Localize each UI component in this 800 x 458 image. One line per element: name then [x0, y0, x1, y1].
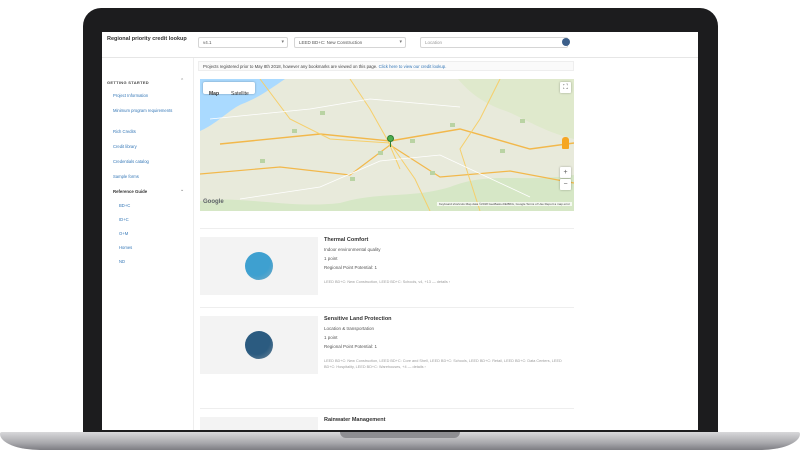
street-view-icon[interactable] — [562, 137, 569, 149]
app-title: Regional priority credit lookup — [107, 36, 187, 42]
credit-card[interactable]: Thermal Comfort Indoor environmental qua… — [200, 228, 574, 308]
credit-thumbnail — [200, 237, 318, 295]
credit-rating-systems: LEED BD+C: New Construction, LEED BD+C: … — [324, 280, 451, 284]
credit-category: Indoor environmental quality — [324, 247, 381, 252]
version-select-value: v4.1 — [203, 40, 212, 45]
sidebar-section-header: GETTING STARTED — [107, 80, 149, 85]
sidebar-item-minimum-requirements[interactable]: Minimum program requirements — [113, 108, 183, 114]
top-bar: Regional priority credit lookup v4.1 ▾ L… — [102, 32, 698, 58]
info-notice: Projects registered prior to May 8th 201… — [198, 61, 574, 71]
location-search-input[interactable]: Location — [420, 37, 568, 48]
laptop-notch — [340, 432, 460, 438]
sidebar-item-credit-library[interactable]: Credit library — [113, 144, 183, 150]
rating-system-select[interactable]: LEED BD+C: New Construction ▾ — [294, 37, 406, 48]
credit-regional-potential: Regional Point Potential: 1 — [324, 265, 378, 270]
version-select[interactable]: v4.1 ▾ — [198, 37, 288, 48]
category-circle-icon — [245, 331, 273, 359]
sidebar: GETTING STARTED ⌃ Project Information Mi… — [102, 58, 194, 430]
credit-title[interactable]: Sensitive Land Protection — [324, 316, 392, 322]
screen: Regional priority credit lookup v4.1 ▾ L… — [102, 32, 698, 430]
zoom-out-button[interactable]: − — [560, 179, 571, 190]
sidebar-reference-guide-header[interactable]: Reference Guide — [113, 189, 147, 194]
credit-card[interactable]: Rainwater Management — [200, 408, 574, 430]
credit-points: 1 point — [324, 256, 338, 261]
credit-thumbnail — [200, 417, 318, 430]
sidebar-sub-item[interactable]: O+M — [119, 231, 128, 236]
credit-title[interactable]: Thermal Comfort — [324, 237, 368, 243]
category-circle-icon — [245, 252, 273, 280]
sidebar-sub-item[interactable]: Homes — [119, 245, 132, 250]
rating-system-value: LEED BD+C: New Construction — [299, 40, 363, 45]
search-icon[interactable] — [562, 38, 570, 46]
credit-title[interactable]: Rainwater Management — [324, 417, 385, 423]
google-logo: Google — [203, 199, 224, 205]
credit-category: Location & transportation — [324, 326, 375, 331]
tab-map[interactable]: Map — [203, 88, 225, 100]
sidebar-item-rich-credits[interactable]: Rich Credits — [113, 129, 183, 135]
notice-text: Projects registered prior to May 8th 201… — [203, 64, 378, 69]
sidebar-item-credentials-catalog[interactable]: Credentials catalog — [113, 159, 183, 165]
sidebar-sub-item[interactable]: ND — [119, 259, 125, 264]
chevron-down-icon[interactable]: ⌄ — [180, 187, 184, 193]
credit-thumbnail — [200, 316, 318, 374]
sidebar-sub-item[interactable]: BD+C — [119, 203, 130, 208]
map-view[interactable]: Map Satellite ⛶ + − Google Keyboard short… — [200, 79, 574, 211]
sidebar-sub-item[interactable]: ID+C — [119, 217, 129, 222]
tab-satellite[interactable]: Satellite — [225, 88, 255, 100]
sidebar-item-project-information[interactable]: Project Information — [113, 93, 183, 99]
map-type-tabs: Map Satellite — [203, 82, 255, 97]
fullscreen-icon[interactable]: ⛶ — [560, 82, 571, 93]
sidebar-item-sample-forms[interactable]: Sample forms — [113, 174, 183, 180]
map-attribution[interactable]: Keyboard shortcuts Map data ©2018 GeoBas… — [436, 202, 572, 206]
chevron-up-icon[interactable]: ⌃ — [180, 78, 184, 84]
notice-link[interactable]: Click here to view our credit lookup. — [379, 64, 447, 69]
map-terrain — [200, 79, 574, 211]
credit-rating-systems: LEED BD+C: New Construction, LEED BD+C: … — [324, 359, 562, 369]
chevron-down-icon: ▾ — [399, 39, 402, 45]
credit-points: 1 point — [324, 335, 338, 340]
map-pin-icon[interactable] — [387, 135, 394, 142]
zoom-in-button[interactable]: + — [560, 167, 571, 178]
credit-card[interactable]: Sensitive Land Protection Location & tra… — [200, 307, 574, 399]
chevron-down-icon: ▾ — [281, 39, 284, 45]
credit-regional-potential: Regional Point Potential: 1 — [324, 344, 378, 349]
